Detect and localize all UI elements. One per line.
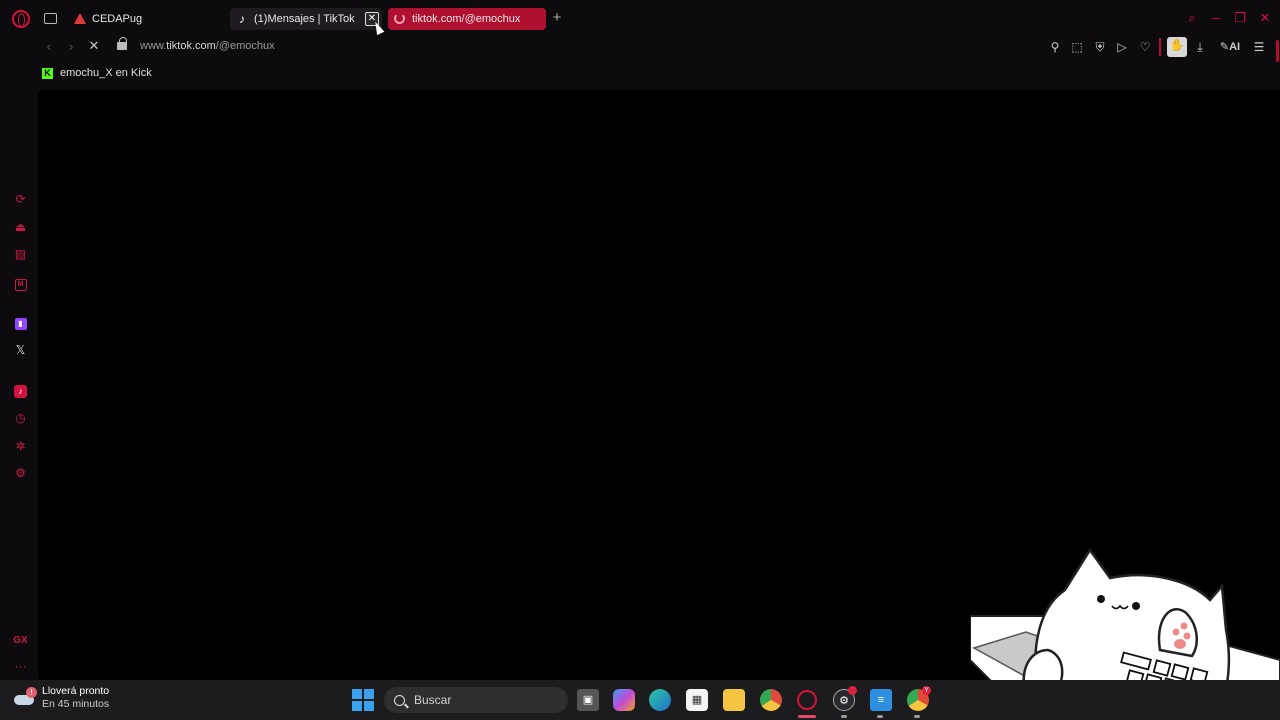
ai-label: AI xyxy=(1229,41,1241,53)
running-indicator-chrome xyxy=(914,715,920,718)
running-indicator-notes xyxy=(877,715,883,718)
back-icon[interactable]: ‹ xyxy=(42,38,56,54)
restore-icon[interactable]: ❐ xyxy=(1232,10,1248,26)
weather-alert-badge: ! xyxy=(26,687,37,698)
gx-control-icon[interactable]: ⏏ xyxy=(13,220,28,235)
tab-cedapug[interactable]: CEDAPug xyxy=(68,8,218,30)
cat-eye-left xyxy=(1097,595,1105,603)
gx-cleaner-icon[interactable]: ▨ xyxy=(13,247,28,262)
player-icon[interactable]: ▷ xyxy=(1114,39,1130,55)
running-indicator-opera xyxy=(798,715,816,718)
gx-mods-icon[interactable]: M xyxy=(13,275,28,291)
settings-gear-icon[interactable]: ⚙ xyxy=(13,466,28,481)
steam-notification-badge xyxy=(848,686,857,695)
bookmark-kick[interactable]: K emochu_X en Kick xyxy=(42,67,152,79)
twitch-icon[interactable]: ▮ xyxy=(13,315,28,330)
sidebar: ⟳ ⏏ ▨ M ▮ 𝕏 ♪ ◷ ✲ ⚙ GX ··· xyxy=(0,86,40,680)
tab-islands-icon[interactable] xyxy=(44,13,57,24)
tab-strip: CEDAPug ♪ (1)Mensajes | TikTok ✕ tiktok.… xyxy=(0,0,1280,36)
file-explorer-icon[interactable] xyxy=(723,689,745,711)
aria-ai-button[interactable]: ✎AI xyxy=(1216,39,1244,55)
minimize-icon[interactable]: – xyxy=(1208,10,1224,26)
tab-tiktok-profile[interactable]: tiktok.com/@emochux xyxy=(388,8,546,30)
task-view-icon[interactable]: ▣ xyxy=(577,689,599,711)
download-icon[interactable]: ⤓ xyxy=(1192,39,1208,55)
chrome-icon[interactable] xyxy=(760,689,782,711)
tab-label: tiktok.com/@emochux xyxy=(412,13,521,25)
search-icon xyxy=(394,694,405,706)
snapshot-icon[interactable]: ⬚ xyxy=(1069,39,1085,55)
toolbar-separator xyxy=(1159,38,1161,56)
loading-spinner-icon xyxy=(394,13,406,25)
windows-start-icon[interactable] xyxy=(352,689,374,711)
address-bar: ‹ › ✕ www.tiktok.com/@emochux ⚲ ⬚ ⛨ ▷ ♡ … xyxy=(0,36,1280,58)
edge-icon[interactable] xyxy=(649,689,671,711)
url-prefix: www. xyxy=(140,40,167,52)
chrome-profile-badge: Y xyxy=(922,686,931,695)
search-placeholder: Buscar xyxy=(414,693,452,707)
taskbar-search-input[interactable]: Buscar xyxy=(384,687,568,713)
pin-icon[interactable]: ⚲ xyxy=(1047,39,1063,55)
adblock-shield-icon[interactable]: ⛨ xyxy=(1092,39,1108,55)
opera-menu-icon[interactable] xyxy=(12,10,30,28)
tiktok-icon: ♪ xyxy=(239,12,245,26)
extensions-puzzle-icon[interactable]: ✲ xyxy=(13,439,28,454)
windows-taskbar: ! Lloverá pronto En 45 minutos Buscar ▣ … xyxy=(0,680,1280,720)
gx-corner-icon[interactable]: GX xyxy=(13,633,28,648)
weather-title: Lloverá pronto xyxy=(42,685,110,697)
cat-eye-right xyxy=(1132,602,1140,610)
url-host: tiktok.com xyxy=(166,40,216,52)
extension-icon[interactable]: ✋ xyxy=(1167,37,1187,57)
weather-widget[interactable]: ! Lloverá pronto En 45 minutos xyxy=(14,685,109,711)
tab-label: (1)Mensajes | TikTok xyxy=(254,13,355,25)
easy-setup-menu-icon[interactable]: ☰ xyxy=(1251,39,1267,55)
url-field[interactable]: www.tiktok.com/@emochux xyxy=(140,40,275,52)
tab-label: CEDAPug xyxy=(92,13,143,25)
history-clock-icon[interactable]: ◷ xyxy=(13,411,28,426)
opera-gx-taskbar-icon[interactable] xyxy=(797,690,817,710)
new-tab-button[interactable]: + xyxy=(550,10,564,26)
warning-triangle-icon xyxy=(74,13,86,25)
scroll-accent xyxy=(1276,40,1279,62)
weather-subtitle: En 45 minutos xyxy=(42,698,110,710)
url-path: /@emochux xyxy=(215,40,275,52)
kick-icon: K xyxy=(42,67,53,79)
refresh-icon[interactable]: ⟳ xyxy=(13,192,28,207)
stop-loading-icon[interactable]: ✕ xyxy=(87,38,101,54)
running-indicator-steam xyxy=(841,715,847,718)
close-window-icon[interactable]: ✕ xyxy=(1257,10,1273,26)
x-twitter-icon[interactable]: 𝕏 xyxy=(13,343,28,358)
tab-tiktok-messages[interactable]: ♪ (1)Mensajes | TikTok ✕ xyxy=(230,8,382,30)
bookmarks-bar: K emochu_X en Kick xyxy=(0,62,1280,86)
copilot-icon[interactable] xyxy=(613,689,635,711)
notepad-icon[interactable]: ≡ xyxy=(870,689,892,711)
rain-cloud-icon: ! xyxy=(14,687,37,709)
forward-icon[interactable]: › xyxy=(64,38,78,54)
bookmark-label: emochu_X en Kick xyxy=(60,67,152,79)
more-options-icon[interactable]: ··· xyxy=(13,659,28,674)
lock-icon[interactable] xyxy=(117,37,127,50)
music-player-icon[interactable]: ♪ xyxy=(13,383,28,398)
favorites-heart-icon[interactable]: ♡ xyxy=(1137,39,1153,55)
tab-search-icon[interactable]: ⌕ xyxy=(1184,10,1200,26)
microsoft-store-icon[interactable]: ▦ xyxy=(686,689,708,711)
